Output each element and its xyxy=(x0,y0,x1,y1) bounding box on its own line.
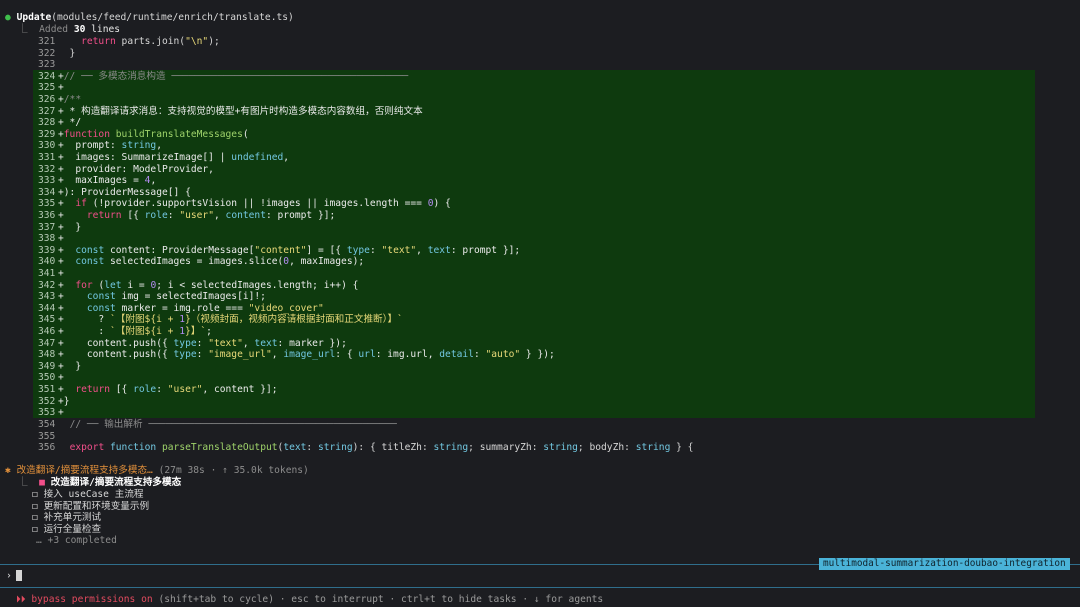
task-header: ✱ 改造翻译/摘要流程支持多模态… (27m 38s · ↑ 35.0k tok… xyxy=(5,465,309,477)
diff-line: 329 +function buildTranslateMessages( xyxy=(38,128,249,140)
spinner-icon: ✱ xyxy=(5,465,11,476)
diff-line: 352 +} xyxy=(38,395,70,407)
task-item: ◻ 补充单元测试 xyxy=(32,512,102,523)
footer-shortcuts: (shift+tab to cycle) · esc to interrupt … xyxy=(152,594,604,605)
diff-line: 330 + prompt: string, xyxy=(38,140,162,152)
checkbox-icon: ◻ xyxy=(32,512,38,523)
status-dot-icon: ● xyxy=(5,12,11,23)
diff-line: 345 + ? `【附图${i + 1}（视频封面，视频内容请根据封面和正文推断）… xyxy=(38,314,403,326)
task-item: ◻ 运行全量检查 xyxy=(32,523,102,535)
task-meta: (27m 38s · ↑ 35.0k tokens) xyxy=(158,465,309,476)
code-line: 321 return parts.join("\n"); xyxy=(38,36,220,47)
code-line: 355 xyxy=(38,430,56,442)
footer-hint: ⏵⏵ bypass permissions on (shift+tab to c… xyxy=(16,594,603,606)
diff-line: 333 + maxImages = 4, xyxy=(38,175,157,187)
diff-line: 335 + if (!provider.supportsVision || !im… xyxy=(38,198,451,210)
checkbox-icon: ◻ xyxy=(32,489,38,500)
diff-line: 325 + xyxy=(38,82,64,94)
code-line: 354 // ── 输出解析 ─────────────────────────… xyxy=(38,419,397,430)
task-active-item: ⎿ ■ 改造翻译/摘要流程支持多模态 xyxy=(18,477,182,488)
checkbox-icon: ◻ xyxy=(32,523,38,535)
checkbox-icon: ◻ xyxy=(32,500,38,512)
diff-line: 342 + for (let i = 0; i < selectedImages.… xyxy=(38,279,359,291)
prompt-input[interactable]: › xyxy=(6,570,22,582)
completed-count: … +3 completed xyxy=(36,535,117,546)
diff-line: 351 + return [{ role: "user", content }]; xyxy=(38,384,278,395)
git-branch-badge: multimodal-summarization-doubao-integrat… xyxy=(819,558,1070,570)
task-item: ◻ 接入 useCase 主流程 xyxy=(32,489,144,500)
diff-line: 324 +// ── 多模态消息构造 ──────────────────────… xyxy=(38,70,409,82)
diff-line: 326 +/** xyxy=(38,94,82,105)
diff-line: 340 + const selectedImages = images.slice… xyxy=(38,256,365,268)
diff-line: 331 + images: SummarizeImage[] | undefine… xyxy=(38,152,290,163)
tool-summary: ⎿ Added 30 lines xyxy=(18,24,121,35)
diff-line: 353 + xyxy=(38,407,64,419)
diff-line: 327 + * 构造翻译请求消息：支持视觉的模型+有图片时构造多模态内容数组，否则… xyxy=(38,105,423,117)
diff-line: 344 + const marker = img.role === "video_… xyxy=(38,302,324,314)
diff-line: 349 + } xyxy=(38,360,82,372)
code-line: 356 export function parseTranslateOutput… xyxy=(38,442,694,454)
diff-line: 347 + content.push({ type: "text", text: … xyxy=(38,337,347,349)
diff-line: 339 + const content: ProviderMessage["con… xyxy=(38,244,521,256)
diff-line: 341 + xyxy=(38,268,64,279)
in-progress-square-icon: ■ xyxy=(39,477,45,488)
code-line: 322 } xyxy=(38,47,76,59)
diff-line: 338 + xyxy=(38,233,64,245)
diff-line: 328 + */ xyxy=(38,117,82,129)
task-title: 改造翻译/摘要流程支持多模态… xyxy=(16,465,153,476)
text-cursor xyxy=(15,570,22,581)
diff-line: 334 +): ProviderMessage[] { xyxy=(38,186,191,198)
diff-line: 337 + } xyxy=(38,221,82,233)
diff-line: 346 + : `【附图${i + 1}】`; xyxy=(38,326,212,337)
bypass-permissions-toggle[interactable]: ⏵⏵ bypass permissions on xyxy=(16,594,153,605)
prompt-chevron-icon: › xyxy=(6,570,12,582)
diff-line: 348 + content.push({ type: "image_url", i… xyxy=(38,349,555,361)
task-item: ◻ 更新配置和环境变量示例 xyxy=(32,500,150,512)
divider-bottom xyxy=(0,587,1080,588)
tool-arg: (modules/feed/runtime/enrich/translate.t… xyxy=(51,12,294,23)
diff-line: 336 + return [{ role: "user", content: pr… xyxy=(38,210,336,221)
tool-name: Update xyxy=(16,12,52,23)
tool-call-header: ● Update(modules/feed/runtime/enrich/tra… xyxy=(5,12,294,24)
diff-line: 350 + xyxy=(38,372,64,384)
diff-line: 343 + const img = selectedImages[i]!; xyxy=(38,291,266,303)
diff-line: 332 + provider: ModelProvider, xyxy=(38,163,214,175)
